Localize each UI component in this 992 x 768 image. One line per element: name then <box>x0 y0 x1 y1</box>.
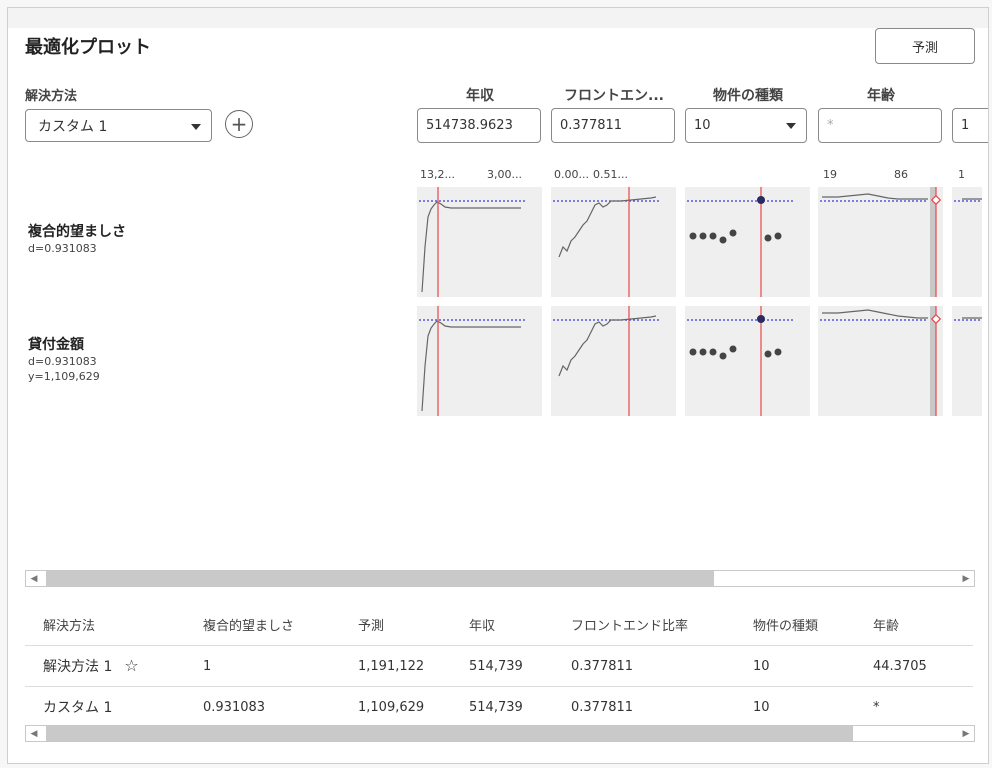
solution-method-select[interactable]: カスタム 1 <box>25 109 212 142</box>
plot-composite-next[interactable] <box>952 187 982 297</box>
age-tick-min: 19 <box>823 168 837 181</box>
table-cell: 10 <box>735 645 855 687</box>
table-row[interactable]: カスタム 1 0.931083 1,109,629 514,739 0.3778… <box>25 686 973 728</box>
response-label-composite: 複合的望ましさ d=0.931083 <box>28 221 126 256</box>
solution-name: 解決方法 1 <box>43 659 113 675</box>
table-cell: カスタム 1 <box>25 686 185 728</box>
results-table: 解決方法 複合的望ましさ 予測 年収 フロントエンド比率 物件の種類 年齢 解決… <box>25 603 973 728</box>
next-factor-tick: 1 <box>958 168 965 181</box>
page-title: 最適化プロット <box>25 37 151 58</box>
table-cell: 44.3705 <box>855 645 973 687</box>
frontend-tick-max: 0.51... <box>593 168 628 181</box>
plot-composite-frontend[interactable] <box>551 187 676 297</box>
star-icon[interactable]: ☆ <box>124 656 138 675</box>
plot-loan-next[interactable] <box>952 306 982 416</box>
factor-header-age: 年齢 <box>867 88 895 104</box>
column-header[interactable]: 解決方法 <box>25 603 185 646</box>
table-cell: 0.931083 <box>185 686 340 728</box>
column-header[interactable]: 年齢 <box>855 603 973 646</box>
factor-header-frontend-ratio: フロントエン... <box>564 88 664 104</box>
plot-composite-income[interactable] <box>417 187 542 297</box>
table-cell: 514,739 <box>451 645 553 687</box>
table-cell: 1,109,629 <box>340 686 451 728</box>
next-factor-input[interactable]: 1 <box>952 108 988 143</box>
plot-loan-property-type[interactable] <box>685 306 810 416</box>
frontend-tick-min: 0.00... <box>554 168 589 181</box>
scroll-right-icon[interactable]: ▶ <box>958 571 974 586</box>
column-header[interactable]: 複合的望ましさ <box>185 603 340 646</box>
response-label-loan-amount: 貸付金額 d=0.931083 y=1,109,629 <box>28 334 100 384</box>
optimization-plot-panel: 最適化プロット 予測 解決方法 カスタム 1 + 年収 フロントエン... 物件… <box>7 7 989 764</box>
response-name: 貸付金額 <box>28 337 84 353</box>
table-horizontal-scrollbar[interactable]: ◀ ▶ <box>25 725 975 742</box>
column-header[interactable]: 予測 <box>340 603 451 646</box>
income-input[interactable]: 514738.9623 <box>417 108 541 143</box>
add-solution-button[interactable]: + <box>225 110 253 138</box>
table-cell: 1,191,122 <box>340 645 451 687</box>
table-cell: * <box>855 686 973 728</box>
age-tick-max: 86 <box>894 168 908 181</box>
income-tick-min: 13,2... <box>420 168 455 181</box>
table-cell: 1 <box>185 645 340 687</box>
response-name: 複合的望ましさ <box>28 224 126 240</box>
chevron-down-icon <box>786 123 796 129</box>
column-header[interactable]: 物件の種類 <box>735 603 855 646</box>
property-type-value: 10 <box>694 118 711 133</box>
scroll-thumb[interactable] <box>46 571 714 586</box>
response-desirability: d=0.931083 <box>28 355 97 368</box>
plot-loan-age[interactable] <box>818 306 943 416</box>
plot-composite-property-type[interactable] <box>685 187 810 297</box>
predict-button[interactable]: 予測 <box>875 28 975 64</box>
factor-header-income: 年収 <box>466 88 494 104</box>
table-cell: 514,739 <box>451 686 553 728</box>
table-cell: 0.377811 <box>553 686 735 728</box>
plot-loan-income[interactable] <box>417 306 542 416</box>
scroll-left-icon[interactable]: ◀ <box>26 726 42 741</box>
scroll-left-icon[interactable]: ◀ <box>26 571 42 586</box>
top-strip <box>8 8 988 28</box>
plus-icon: + <box>230 112 248 136</box>
table-header-row: 解決方法 複合的望ましさ 予測 年収 フロントエンド比率 物件の種類 年齢 <box>25 603 973 646</box>
age-input[interactable]: * <box>818 108 942 143</box>
chevron-down-icon <box>191 124 201 130</box>
income-tick-max: 3,00... <box>487 168 522 181</box>
property-type-select[interactable]: 10 <box>685 108 807 143</box>
table-row[interactable]: 解決方法 1 ☆ 1 1,191,122 514,739 0.377811 10 … <box>25 645 973 687</box>
table-cell: 0.377811 <box>553 645 735 687</box>
column-header[interactable]: 年収 <box>451 603 553 646</box>
response-predicted-value: y=1,109,629 <box>28 370 100 383</box>
response-desirability: d=0.931083 <box>28 242 97 255</box>
factor-header-property-type: 物件の種類 <box>713 88 783 104</box>
plot-loan-frontend[interactable] <box>551 306 676 416</box>
plot-horizontal-scrollbar[interactable]: ◀ ▶ <box>25 570 975 587</box>
scroll-thumb[interactable] <box>46 726 853 741</box>
solution-method-value: カスタム 1 <box>38 118 108 135</box>
frontend-ratio-input[interactable]: 0.377811 <box>551 108 675 143</box>
plot-composite-age[interactable] <box>818 187 943 297</box>
solution-method-label: 解決方法 <box>25 89 78 104</box>
table-cell: 解決方法 1 ☆ <box>25 645 185 687</box>
column-header[interactable]: フロントエンド比率 <box>553 603 735 646</box>
table-cell: 10 <box>735 686 855 728</box>
scroll-right-icon[interactable]: ▶ <box>958 726 974 741</box>
